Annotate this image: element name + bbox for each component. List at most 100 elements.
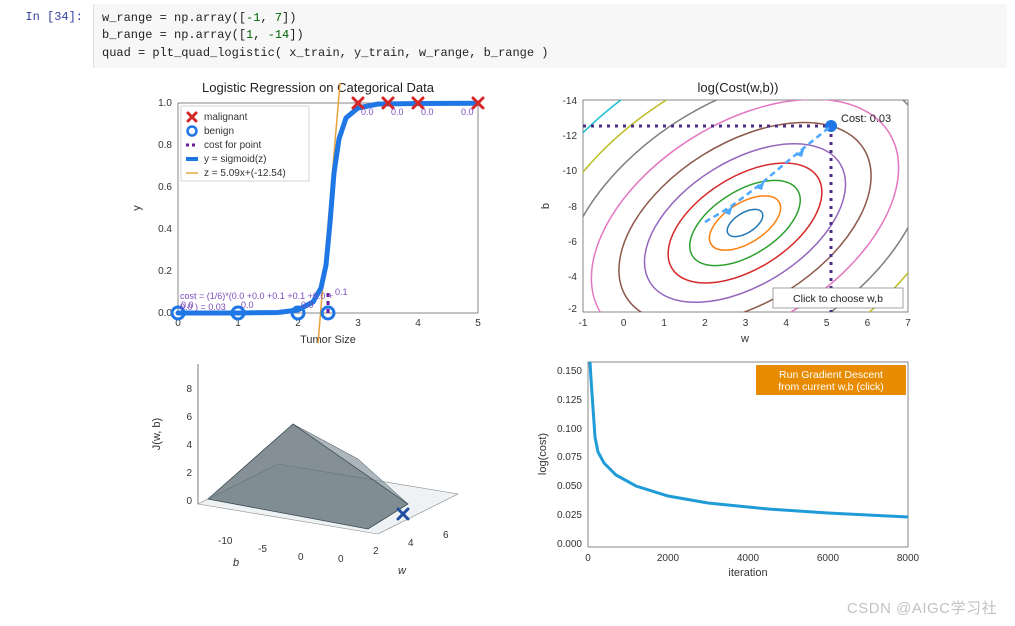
svg-text:0.8: 0.8 — [158, 140, 172, 151]
plot-convergence[interactable]: 0.000 0.025 0.050 0.075 0.100 0.125 0.15… — [528, 354, 923, 579]
plot-contour[interactable]: log(Cost(w,b)) -101 234 567 -14-12-10 -8… — [528, 78, 923, 348]
svg-text:0: 0 — [585, 553, 591, 564]
code-l2a: b_range = np.array([ — [102, 28, 246, 42]
svg-text:-2: -2 — [568, 304, 577, 315]
svg-text:-10: -10 — [563, 166, 578, 177]
svg-text:5: 5 — [475, 318, 481, 329]
svg-text:2000: 2000 — [657, 553, 680, 564]
plot4-yticks: 0.000 0.025 0.050 0.075 0.100 0.125 0.15… — [557, 366, 582, 550]
svg-text:-12: -12 — [563, 131, 578, 142]
plot3-blabel: b — [233, 557, 239, 569]
cell-output: Logistic Regression on Categorical Data … — [8, 68, 1007, 589]
plot1-annot-01: 0.1 — [335, 287, 348, 297]
plot3-surface — [208, 424, 408, 529]
svg-text:0.0: 0.0 — [241, 300, 254, 310]
svg-text:0.4: 0.4 — [158, 224, 172, 235]
plot4-xticks: 0 2000 4000 6000 8000 — [585, 553, 919, 564]
plot3-zticks: 0 2 4 6 8 — [186, 384, 192, 507]
watermark: CSDN @AIGC学习社 — [847, 597, 997, 618]
svg-text:7: 7 — [905, 318, 911, 329]
svg-text:0.150: 0.150 — [557, 366, 582, 377]
plot3-zlabel: J(w, b) — [151, 418, 163, 450]
code-l2b: ]) — [289, 28, 303, 42]
svg-text:0: 0 — [621, 318, 627, 329]
code-l1c: , — [260, 11, 274, 25]
svg-text:0.0: 0.0 — [158, 308, 172, 319]
svg-text:8: 8 — [186, 384, 192, 395]
plot3-bticks: -10 -5 0 — [218, 536, 304, 563]
svg-text:0: 0 — [298, 552, 304, 563]
svg-text:3: 3 — [355, 318, 361, 329]
plot1-title: Logistic Regression on Categorical Data — [202, 80, 435, 95]
svg-text:from current w,b (click): from current w,b (click) — [778, 381, 884, 393]
code-l3: quad = plt_quad_logistic( x_train, y_tra… — [102, 46, 548, 60]
svg-text:0.0: 0.0 — [461, 107, 474, 117]
svg-text:-8: -8 — [568, 202, 577, 213]
plot2-xlabel: w — [740, 333, 749, 345]
plot1-legend: malignant benign cost for point y = sigm… — [181, 106, 309, 181]
svg-text:0.050: 0.050 — [557, 481, 582, 492]
plot1-yticks: 0.0 0.2 0.4 0.6 0.8 1.0 — [158, 98, 172, 319]
svg-text:Run Gradient Descent: Run Gradient Descent — [779, 369, 883, 381]
svg-text:malignant: malignant — [204, 112, 248, 123]
plot2-click-button[interactable]: Click to choose w,b — [773, 288, 903, 308]
plot2-yticks: -14-12-10 -8-6-4 -2 — [563, 96, 578, 315]
plot1-ylabel: y — [131, 205, 143, 211]
svg-text:8000: 8000 — [897, 553, 920, 564]
code-l2c: , — [253, 28, 267, 42]
svg-text:0: 0 — [338, 554, 344, 565]
svg-text:cost for point: cost for point — [204, 140, 261, 151]
svg-text:2: 2 — [702, 318, 708, 329]
svg-text:4: 4 — [408, 538, 414, 549]
svg-text:4: 4 — [415, 318, 421, 329]
svg-text:2: 2 — [186, 468, 192, 479]
svg-text:6: 6 — [186, 412, 192, 423]
svg-text:0.025: 0.025 — [557, 510, 582, 521]
svg-text:0.000: 0.000 — [557, 539, 582, 550]
svg-text:4: 4 — [186, 440, 192, 451]
svg-text:-6: -6 — [568, 237, 577, 248]
svg-text:6: 6 — [865, 318, 871, 329]
svg-text:0.075: 0.075 — [557, 452, 582, 463]
plot2-title: log(Cost(w,b)) — [698, 80, 779, 95]
svg-text:-10: -10 — [218, 536, 233, 547]
svg-text:1: 1 — [661, 318, 667, 329]
code-l1a: w_range = np.array([ — [102, 11, 246, 25]
svg-text:4000: 4000 — [737, 553, 760, 564]
plot-surface3d[interactable]: 0 2 4 6 8 J(w, b) — [118, 354, 498, 579]
plot3-wlabel: w — [398, 565, 407, 577]
svg-text:1.0: 1.0 — [158, 98, 172, 109]
svg-text:-1: -1 — [579, 318, 588, 329]
code-cell[interactable]: w_range = np.array([-1, 7]) b_range = np… — [93, 4, 1007, 68]
svg-text:0.0: 0.0 — [361, 107, 374, 117]
svg-text:0.6: 0.6 — [158, 182, 172, 193]
svg-text:0.0: 0.0 — [421, 107, 434, 117]
svg-text:0.2: 0.2 — [158, 266, 172, 277]
svg-text:y = sigmoid(z): y = sigmoid(z) — [204, 154, 267, 165]
svg-text:3: 3 — [743, 318, 749, 329]
svg-text:0.0: 0.0 — [301, 300, 314, 310]
plot4-ylabel: log(cost) — [537, 433, 549, 475]
plot1-costline1: cost = (1/6)*(0.0 +0.0 +0.1 +0.1 +0.0 + — [180, 291, 333, 301]
cell-prompt: In [34]: — [8, 4, 93, 68]
svg-text:6000: 6000 — [817, 553, 840, 564]
svg-text:2: 2 — [373, 546, 379, 557]
svg-text:benign: benign — [204, 126, 234, 137]
code-l2n2: -14 — [268, 28, 290, 42]
plot2-ylabel: b — [540, 203, 552, 209]
svg-text:Click to choose w,b: Click to choose w,b — [793, 293, 883, 305]
svg-text:0: 0 — [186, 496, 192, 507]
svg-text:z = 5.09x+(-12.54): z = 5.09x+(-12.54) — [204, 168, 286, 179]
plot4-run-button[interactable]: Run Gradient Descent from current w,b (c… — [756, 365, 906, 395]
code-l1b: ]) — [282, 11, 296, 25]
svg-text:-5: -5 — [258, 544, 267, 555]
plot2-frame — [583, 100, 908, 312]
plot4-xlabel: iteration — [728, 567, 767, 579]
plot2-xticks: -101 234 567 — [579, 318, 912, 329]
code-l1n1: -1 — [246, 11, 260, 25]
svg-text:4: 4 — [783, 318, 789, 329]
plot1-costline2: 0.0 ) = 0.03 — [180, 302, 226, 312]
plot-logistic[interactable]: Logistic Regression on Categorical Data … — [118, 78, 498, 348]
plot2-costlabel: Cost: 0.03 — [841, 113, 891, 125]
svg-text:-4: -4 — [568, 272, 577, 283]
